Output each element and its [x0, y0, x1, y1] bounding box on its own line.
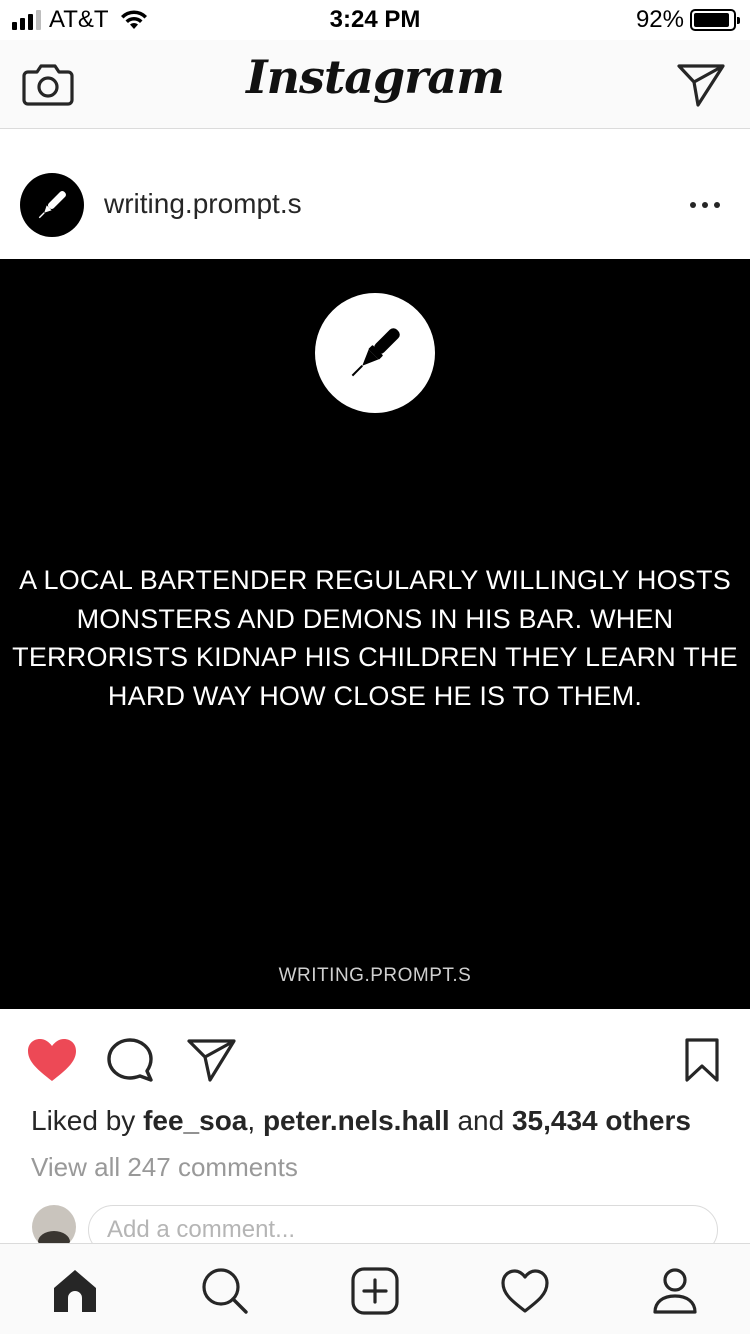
battery-icon: [690, 9, 740, 31]
post-username[interactable]: writing.prompt.s: [104, 188, 302, 220]
tab-bar: [0, 1243, 750, 1334]
post-header: writing.prompt.s: [0, 130, 750, 259]
likes-conjunction: and: [449, 1105, 512, 1136]
likes-separator: ,: [247, 1105, 263, 1136]
battery-percent: 92%: [635, 6, 684, 33]
paper-plane-icon[interactable]: [676, 62, 726, 108]
status-bar: AT&T 3:24 PM 92%: [0, 0, 750, 40]
profile-icon[interactable]: [650, 1266, 700, 1316]
activity-heart-icon[interactable]: [500, 1266, 550, 1316]
battery-fill: [694, 13, 729, 27]
post-actions: [0, 1009, 750, 1105]
comment-icon[interactable]: [106, 1037, 158, 1083]
pen-logo: [315, 293, 435, 413]
view-all-comments-link[interactable]: View all 247 comments: [31, 1152, 298, 1183]
likes-line: Liked by fee_soa, peter.nels.hall and 35…: [31, 1105, 691, 1137]
post-image[interactable]: A LOCAL BARTENDER REGULARLY WILLINGLY HO…: [0, 259, 750, 1009]
liked-user-1[interactable]: fee_soa: [143, 1105, 247, 1136]
instagram-logo[interactable]: Instagram: [0, 50, 750, 104]
bookmark-icon[interactable]: [682, 1037, 722, 1083]
likes-prefix: Liked by: [31, 1105, 144, 1136]
add-comment-row: [0, 1203, 750, 1243]
image-watermark: WRITING.PROMPT.S: [278, 965, 472, 986]
more-dots-icon[interactable]: [690, 202, 720, 208]
prompt-text: A LOCAL BARTENDER REGULARLY WILLINGLY HO…: [12, 565, 738, 711]
home-icon[interactable]: [50, 1266, 100, 1316]
my-avatar: [32, 1205, 76, 1243]
share-icon[interactable]: [186, 1037, 238, 1083]
search-icon[interactable]: [200, 1266, 250, 1316]
likes-others[interactable]: 35,434 others: [512, 1105, 691, 1136]
avatar[interactable]: [20, 173, 84, 237]
add-post-icon[interactable]: [350, 1266, 400, 1316]
liked-user-2[interactable]: peter.nels.hall: [263, 1105, 450, 1136]
comment-input[interactable]: [88, 1205, 718, 1243]
heart-icon[interactable]: [26, 1037, 78, 1083]
pen-icon: [351, 328, 400, 377]
status-right: 92%: [635, 6, 740, 34]
pen-icon: [38, 191, 66, 219]
top-nav: Instagram: [0, 40, 750, 129]
